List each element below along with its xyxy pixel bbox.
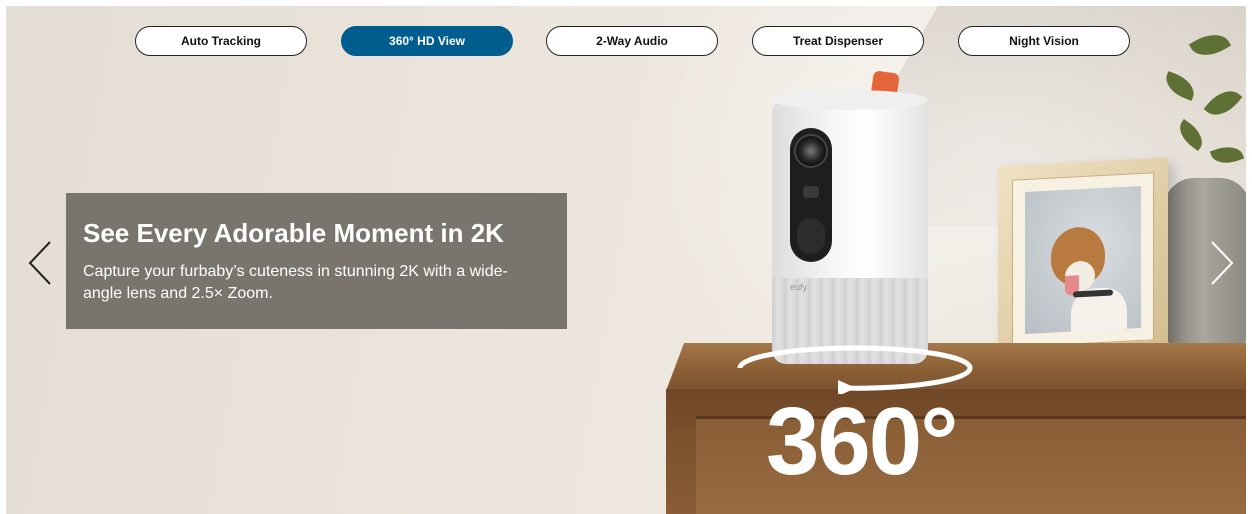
camera-lens-icon (794, 134, 828, 168)
slide-heading: See Every Adorable Moment in 2K (83, 218, 504, 248)
tab-360-hd-view[interactable]: 360° HD View (341, 26, 513, 56)
rotation-ring-icon (720, 342, 990, 396)
camera-brand-logo: eufy (790, 282, 808, 292)
slide-description: Capture your furbaby’s cuteness in stunn… (83, 263, 508, 302)
chevron-left-icon (28, 241, 51, 285)
tab-2-way-audio[interactable]: 2-Way Audio (546, 26, 718, 56)
feature-tabs: Auto Tracking 360° HD View 2-Way Audio T… (6, 26, 1246, 56)
hero-carousel: eufy 360° Auto Tracking 360° HD View 2-W… (6, 6, 1246, 514)
tab-treat-dispenser[interactable]: Treat Dispenser (752, 26, 924, 56)
dog-photo (1025, 185, 1141, 335)
prev-slide-button[interactable] (26, 238, 56, 288)
chevron-right-icon (1211, 241, 1234, 285)
camera-sensor (803, 186, 819, 198)
tab-auto-tracking[interactable]: Auto Tracking (135, 26, 307, 56)
next-slide-button[interactable] (1206, 238, 1236, 288)
slide-caption-card: See Every Adorable Moment in 2K Capture … (66, 193, 567, 329)
frame-mat (1012, 172, 1154, 348)
camera-treat-window (797, 218, 825, 254)
camera-top-cap (772, 90, 928, 110)
rotation-degree-text: 360° (766, 388, 959, 495)
tab-night-vision[interactable]: Night Vision (958, 26, 1130, 56)
photo-frame (998, 157, 1168, 363)
